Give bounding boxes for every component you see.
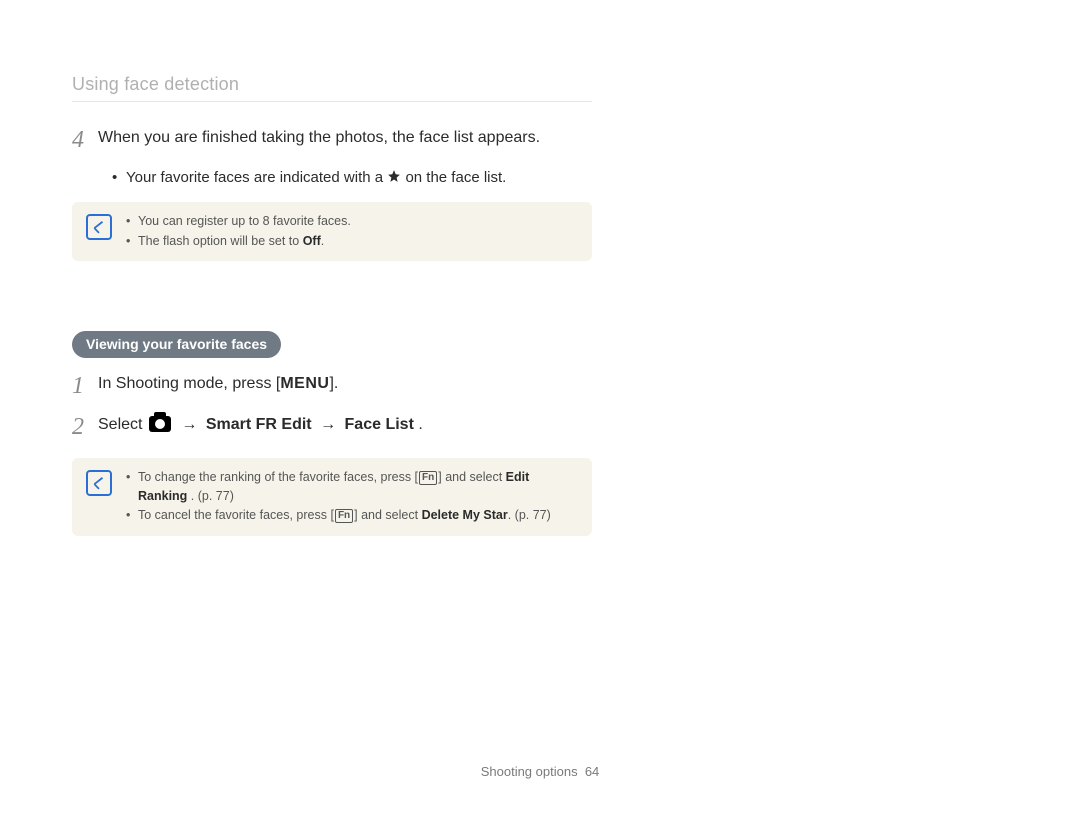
select-label: Select bbox=[98, 416, 147, 433]
sub-text-pre: Your favorite faces are indicated with a bbox=[126, 169, 387, 186]
note-item: • To change the ranking of the favorite … bbox=[126, 468, 578, 507]
arrow-icon: → bbox=[177, 416, 201, 433]
footer-page-number: 64 bbox=[585, 764, 599, 779]
note-item: • You can register up to 8 favorite face… bbox=[126, 212, 351, 231]
note-item: • To cancel the favorite faces, press [F… bbox=[126, 506, 578, 525]
bullet-icon: • bbox=[126, 212, 138, 231]
bullet-icon: • bbox=[126, 232, 138, 251]
bullet-icon: • bbox=[112, 167, 126, 190]
camera-icon bbox=[149, 416, 171, 432]
note-text: The flash option will be set to bbox=[138, 234, 303, 248]
step-4-sub: • Your favorite faces are indicated with… bbox=[112, 167, 592, 191]
step-number: 2 bbox=[72, 413, 98, 442]
note-text: ] and select bbox=[438, 470, 505, 484]
note-text: . (p. 77) bbox=[187, 489, 234, 503]
menu-label: MENU bbox=[280, 375, 329, 392]
step-text: When you are finished taking the photos,… bbox=[98, 126, 540, 155]
page-footer: Shooting options 64 bbox=[0, 764, 1080, 779]
arrow-icon: → bbox=[316, 416, 340, 433]
step-1: 1 In Shooting mode, press [MENU]. bbox=[72, 372, 592, 401]
bullet-icon: • bbox=[126, 468, 138, 507]
bullet-icon: • bbox=[126, 506, 138, 525]
note-text: You can register up to 8 favorite faces. bbox=[138, 212, 351, 231]
step-text-pre: In Shooting mode, press [ bbox=[98, 375, 280, 392]
period: . bbox=[321, 234, 324, 248]
smart-fr-edit-label: Smart FR Edit bbox=[206, 416, 312, 433]
note-icon bbox=[86, 214, 112, 240]
step-2: 2 Select → Smart FR Edit → Face List . bbox=[72, 413, 592, 442]
note-box-2: • To change the ranking of the favorite … bbox=[72, 458, 592, 536]
fn-icon: Fn bbox=[419, 471, 437, 485]
note-box-1: • You can register up to 8 favorite face… bbox=[72, 202, 592, 261]
sub-text-post: on the face list. bbox=[405, 169, 506, 186]
page-header: Using face detection bbox=[72, 74, 592, 102]
note-text: To cancel the favorite faces, press [ bbox=[138, 508, 334, 522]
section-pill: Viewing your favorite faces bbox=[72, 331, 281, 358]
note-text: To change the ranking of the favorite fa… bbox=[138, 470, 418, 484]
face-list-label: Face List bbox=[345, 416, 414, 433]
note-text: . (p. 77) bbox=[508, 508, 551, 522]
step-text-post: ]. bbox=[329, 375, 338, 392]
delete-my-star-label: Delete My Star bbox=[422, 508, 508, 522]
step-4: 4 When you are finished taking the photo… bbox=[72, 126, 592, 155]
note-icon bbox=[86, 470, 112, 496]
note-text: ] and select bbox=[354, 508, 421, 522]
step-number: 4 bbox=[72, 126, 98, 155]
off-label: Off bbox=[303, 234, 321, 248]
note-item: • The flash option will be set to Off. bbox=[126, 232, 351, 251]
fn-icon: Fn bbox=[335, 509, 353, 523]
star-icon bbox=[387, 168, 401, 191]
footer-section: Shooting options bbox=[481, 764, 578, 779]
end-period: . bbox=[418, 416, 422, 433]
step-number: 1 bbox=[72, 372, 98, 401]
